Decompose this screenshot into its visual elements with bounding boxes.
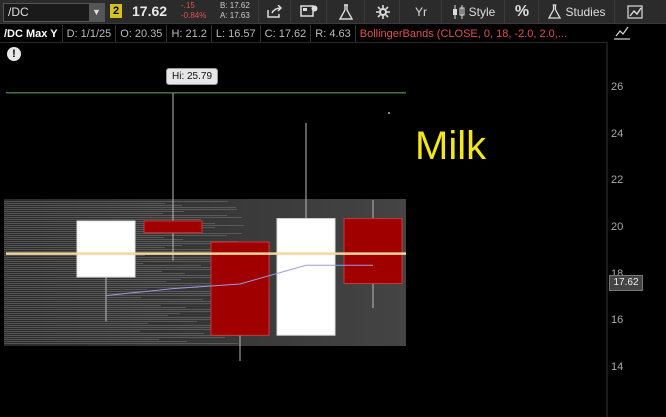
- volume-profile-bar: [4, 309, 238, 310]
- volume-profile-bar: [4, 339, 159, 340]
- volume-profile-bar: [4, 307, 186, 308]
- volume-profile-bar: [4, 333, 204, 334]
- price-chart[interactable]: [0, 0, 666, 417]
- volume-profile-bar: [4, 201, 228, 202]
- volume-profile-bar: [4, 299, 203, 300]
- y-tick-label: 14: [611, 361, 624, 373]
- volume-profile-bar: [4, 203, 165, 204]
- volume-profile-bar: [4, 219, 201, 220]
- volume-profile-bar: [4, 279, 181, 280]
- candle-down: [143, 220, 203, 234]
- volume-profile-bar: [4, 317, 229, 318]
- alert-icon[interactable]: !: [7, 47, 21, 61]
- volume-profile-bar: [4, 305, 161, 306]
- volume-profile-bar: [4, 215, 227, 216]
- volume-profile-bar: [4, 291, 217, 292]
- high-label: Hi: 25.79: [166, 68, 219, 85]
- volume-profile-bar: [4, 331, 140, 332]
- volume-profile-bar: [4, 315, 168, 316]
- volume-profile-bar: [4, 289, 147, 290]
- volume-profile-bar: [4, 209, 237, 210]
- volume-profile-bar: [4, 205, 182, 206]
- volume-profile-bar: [4, 283, 229, 284]
- symbol-watermark: Milk: [415, 124, 487, 168]
- y-tick-label: 20: [611, 221, 624, 233]
- volume-profile-bar: [4, 323, 148, 324]
- candle-up: [276, 218, 336, 336]
- volume-profile-bar: [4, 211, 184, 212]
- volume-profile-bar: [4, 311, 235, 312]
- volume-profile-bar: [4, 325, 218, 326]
- candle-down: [343, 218, 403, 285]
- volume-profile-bar: [4, 337, 225, 338]
- volume-profile-bar: [4, 319, 241, 320]
- volume-profile-bar: [4, 335, 243, 336]
- volume-profile-bar: [4, 341, 187, 342]
- y-tick-label: 26: [611, 81, 624, 93]
- volume-profile-bar: [4, 207, 236, 208]
- current-price-tag: 17.62: [609, 275, 643, 291]
- volume-profile-bar: [4, 313, 180, 314]
- volume-profile-bar: [4, 301, 243, 302]
- volume-profile-bar: [4, 343, 238, 344]
- volume-profile-bar: [4, 327, 244, 328]
- y-tick-label: 24: [611, 128, 624, 140]
- volume-profile-bar: [4, 303, 226, 304]
- volume-profile-bar: [4, 329, 212, 330]
- y-tick-label: 22: [611, 174, 624, 186]
- volume-profile-bar: [4, 281, 166, 282]
- volume-profile-bar: [4, 321, 197, 322]
- volume-profile-bar: [4, 297, 141, 298]
- y-tick-label: 16: [611, 314, 624, 326]
- candle-up: [76, 220, 136, 278]
- volume-profile-bar: [4, 217, 242, 218]
- volume-profile-bar: [4, 213, 163, 214]
- candle-down: [210, 241, 270, 336]
- volume-profile-bar: [4, 287, 198, 288]
- marker-dot: [388, 112, 390, 114]
